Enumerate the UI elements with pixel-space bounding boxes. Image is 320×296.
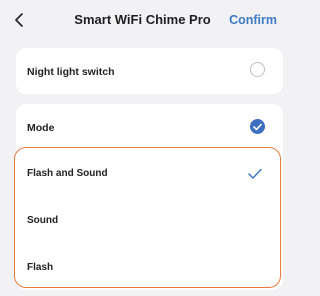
night-light-label: Night light switch: [27, 66, 115, 78]
checkmark-icon: [248, 168, 262, 179]
check-icon: [253, 123, 262, 130]
mode-option-label: Flash and Sound: [27, 168, 108, 179]
mode-row[interactable]: Mode: [16, 104, 283, 148]
mode-option-sound[interactable]: Sound: [15, 198, 280, 244]
night-light-radio[interactable]: [250, 62, 265, 77]
mode-option-label: Sound: [27, 215, 59, 226]
confirm-button[interactable]: Confirm: [229, 11, 277, 29]
mode-selected-radio[interactable]: [250, 119, 265, 134]
night-light-row[interactable]: Night light switch: [16, 48, 283, 94]
mode-options-list: Flash and Sound Sound Flash: [14, 147, 281, 288]
top-bar: Smart WiFi Chime Pro Confirm: [0, 0, 285, 40]
mode-option-label: Flash: [27, 262, 54, 273]
mode-option-flash[interactable]: Flash: [15, 245, 280, 291]
mode-option-flash-and-sound[interactable]: Flash and Sound: [15, 151, 280, 197]
mode-label: Mode: [27, 122, 55, 134]
